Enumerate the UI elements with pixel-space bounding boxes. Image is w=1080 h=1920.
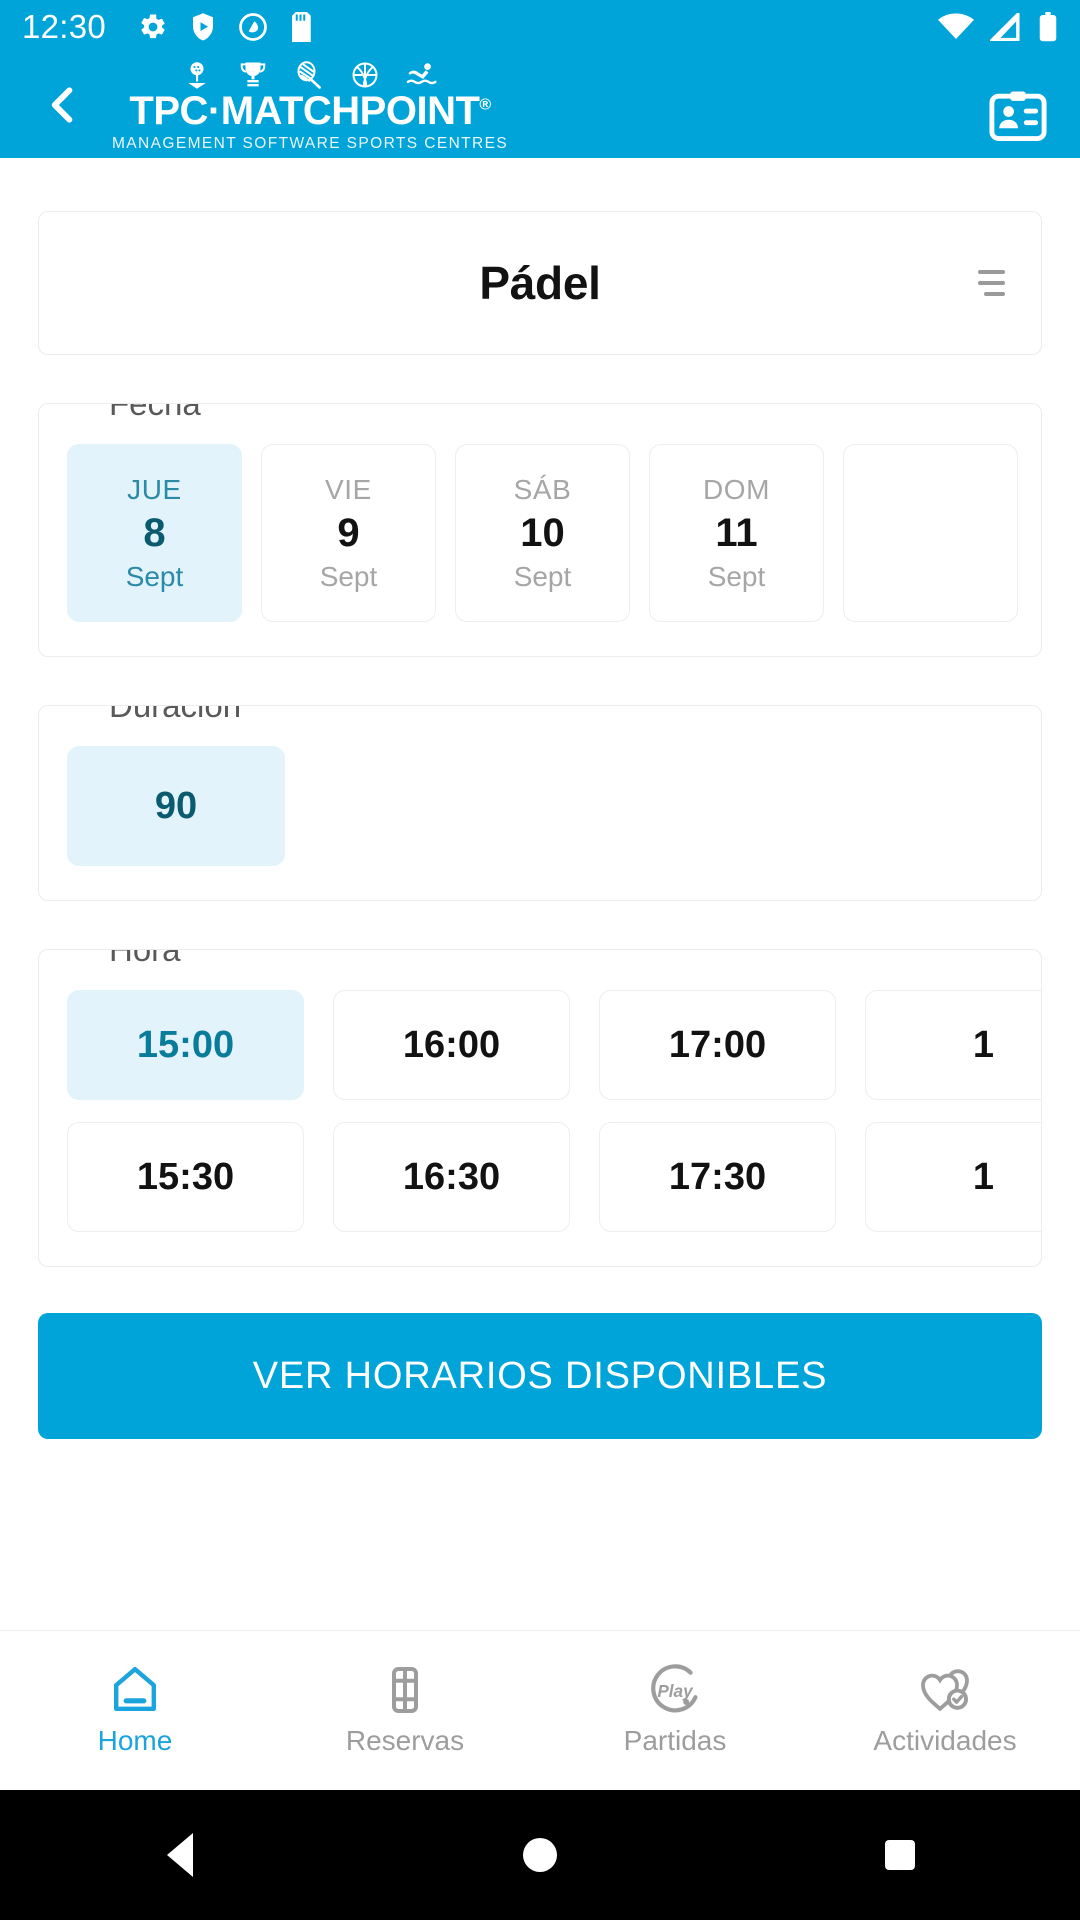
racket-icon	[294, 60, 324, 90]
status-bar-clock: 12:30	[22, 8, 107, 45]
date-chip[interactable]: SÁB 10 Sept	[455, 444, 630, 622]
bottom-navigation: Home Reservas Play Partidas Actividades	[0, 1630, 1080, 1790]
home-circle-icon	[523, 1838, 557, 1872]
duration-section: Duración 90	[38, 705, 1042, 901]
date-chip-month: Sept	[707, 560, 766, 592]
android-home-button[interactable]	[480, 1790, 600, 1920]
sport-icons-row	[182, 56, 438, 90]
quick-settings-icon	[238, 12, 268, 42]
brand-logo: TPC·MATCHPOINT® MANAGEMENT SOFTWARE SPOR…	[112, 56, 508, 153]
time-section: Hora 15:00 16:00 17:00 1 15:30 16:30 17:…	[38, 949, 1042, 1267]
nav-item-home[interactable]: Home	[0, 1631, 270, 1790]
basketball-icon	[350, 60, 380, 90]
brand-title: TPC·MATCHPOINT®	[129, 89, 491, 133]
duration-chip-row[interactable]: 90	[39, 746, 1041, 866]
time-chip[interactable]: 15:00	[67, 990, 304, 1100]
back-button[interactable]	[26, 68, 100, 142]
date-chip-month: Sept	[125, 560, 184, 592]
date-chip-month: Sept	[319, 560, 378, 592]
hamburger-menu-icon[interactable]	[978, 270, 1005, 296]
registered-mark: ®	[479, 96, 491, 114]
android-navigation-bar	[0, 1790, 1080, 1920]
nav-item-partidas[interactable]: Play Partidas	[540, 1631, 810, 1790]
date-chip-month: Sept	[513, 560, 572, 592]
id-card-button[interactable]	[982, 80, 1054, 152]
time-chip-grid[interactable]: 15:00 16:00 17:00 1 15:30 16:30 17:30 1	[39, 990, 1041, 1232]
nav-label-partidas: Partidas	[623, 1725, 727, 1756]
court-icon	[392, 1667, 418, 1713]
date-chip-dow: DOM	[702, 473, 771, 505]
back-triangle-icon	[167, 1833, 193, 1877]
view-available-times-button[interactable]: VER HORARIOS DISPONIBLES	[38, 1313, 1042, 1439]
time-section-label: Hora	[97, 950, 193, 971]
gear-icon	[138, 12, 168, 42]
android-back-button[interactable]	[120, 1790, 240, 1920]
cellular-signal-icon	[990, 13, 1022, 41]
time-chip[interactable]: 17:00	[599, 990, 836, 1100]
date-chip[interactable]: DOM 11 Sept	[649, 444, 824, 622]
duration-section-label: Duración	[97, 706, 254, 727]
date-chip-dow: SÁB	[513, 473, 572, 505]
swimming-icon	[406, 60, 438, 90]
date-chip[interactable]: JUE 8 Sept	[67, 444, 242, 622]
id-card-icon	[989, 91, 1047, 141]
time-chip-partial[interactable]: 1	[865, 1122, 1041, 1232]
nav-item-actividades[interactable]: Actividades	[810, 1631, 1080, 1790]
sd-card-icon	[290, 12, 314, 42]
play-icon: Play	[651, 1664, 698, 1713]
play-protect-icon	[190, 12, 216, 42]
date-chip[interactable]: VIE 9 Sept	[261, 444, 436, 622]
app-header: TPC·MATCHPOINT® MANAGEMENT SOFTWARE SPOR…	[0, 54, 1080, 158]
wifi-icon	[938, 13, 974, 41]
duration-chip[interactable]: 90	[67, 746, 285, 866]
nav-label-home: Home	[97, 1725, 173, 1756]
time-chip[interactable]: 17:30	[599, 1122, 836, 1232]
home-icon	[114, 1667, 156, 1711]
hearts-check-icon	[921, 1669, 969, 1712]
nav-label-actividades: Actividades	[873, 1725, 1017, 1756]
date-chip-day: 11	[715, 510, 758, 555]
time-chip[interactable]: 16:30	[333, 1122, 570, 1232]
date-chip-row[interactable]: JUE 8 Sept VIE 9 Sept SÁB 10 Sept DOM 11	[39, 444, 1041, 622]
date-section: Fecha JUE 8 Sept VIE 9 Sept SÁB 10 Sept	[38, 403, 1042, 657]
main-content: Pádel Fecha JUE 8 Sept VIE 9 Sept SÁB 10…	[0, 211, 1080, 1439]
android-recents-button[interactable]	[840, 1790, 960, 1920]
brand-tagline: MANAGEMENT SOFTWARE SPORTS CENTRES	[112, 135, 509, 152]
battery-icon	[1038, 12, 1058, 42]
date-section-label: Fecha	[97, 404, 213, 425]
app-root: 12:30 TPC·MATCHPOINT® MANAGEMENT SOFTWAR…	[0, 0, 1080, 1920]
nav-item-reservas[interactable]: Reservas	[270, 1631, 540, 1790]
date-chip-dow: VIE	[325, 473, 372, 505]
time-chip[interactable]: 15:30	[67, 1122, 304, 1232]
date-chip-partial[interactable]	[843, 444, 1018, 622]
date-chip-day: 10	[520, 510, 565, 555]
time-chip-partial[interactable]: 1	[865, 990, 1041, 1100]
trophy-icon	[238, 60, 268, 90]
date-chip-dow: JUE	[127, 473, 182, 505]
back-arrow-icon	[51, 87, 73, 123]
date-chip-day: 8	[143, 510, 166, 555]
svg-text:Play: Play	[657, 1681, 694, 1701]
recents-square-icon	[885, 1840, 915, 1870]
golf-icon	[182, 60, 212, 90]
sport-title-card[interactable]: Pádel	[38, 211, 1042, 355]
date-chip-day: 9	[337, 510, 360, 555]
time-chip[interactable]: 16:00	[333, 990, 570, 1100]
status-bar-system-icons	[938, 12, 1058, 42]
nav-label-reservas: Reservas	[345, 1725, 465, 1756]
status-bar-notification-icons	[138, 12, 314, 42]
page-title: Pádel	[479, 257, 601, 309]
status-bar: 12:30	[0, 0, 1080, 54]
